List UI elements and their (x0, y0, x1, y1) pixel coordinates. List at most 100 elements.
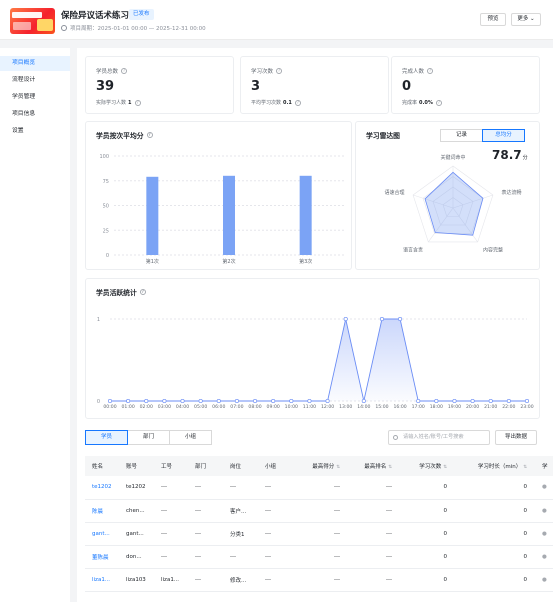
x-tick-label: 04:00 (176, 404, 189, 410)
activity-point[interactable] (343, 316, 348, 322)
activity-point[interactable] (434, 398, 439, 404)
x-tick-label: 22:00 (502, 404, 515, 410)
bar[interactable] (299, 175, 312, 255)
sidebar-item-flow-design[interactable]: 流程设计 (0, 73, 70, 88)
x-tick-label: 02:00 (140, 404, 153, 410)
x-tick-label: 第1次 (146, 258, 159, 265)
help-icon[interactable]: ? (427, 68, 434, 74)
sidebar-item-project-info[interactable]: 项目信息 (0, 107, 70, 122)
sort-icon: ⇅ (523, 465, 527, 470)
table-cell: --- (258, 522, 293, 546)
help-icon[interactable]: ? (121, 68, 128, 74)
search-icon (393, 435, 398, 440)
activity-point[interactable] (234, 398, 239, 404)
stat-label: 完成人数 (402, 69, 425, 75)
activity-point[interactable] (307, 398, 312, 404)
activity-point[interactable] (198, 398, 203, 404)
search-input[interactable]: 请输入姓名/账号/工号搜索 (388, 430, 490, 445)
table-cell: 0 (400, 545, 455, 569)
sidebar-item-student-management[interactable]: 学员管理 (0, 90, 70, 105)
tab-departments[interactable]: 部门 (127, 430, 170, 445)
activity-point[interactable] (216, 398, 221, 404)
student-name-link[interactable]: liza1... (85, 568, 119, 592)
activity-point[interactable] (506, 398, 511, 404)
activity-point[interactable] (524, 398, 530, 404)
activity-point[interactable] (126, 398, 131, 404)
activity-point[interactable] (252, 398, 258, 404)
y-tick-label: 100 (99, 154, 109, 160)
table-row[interactable]: 陈晨 chen... --- --- 客户... --- --- --- 0 0 ● (85, 499, 553, 523)
activity-point[interactable] (289, 398, 294, 404)
tab-students[interactable]: 学员 (85, 430, 128, 445)
export-button[interactable]: 导出数据 (495, 430, 537, 445)
table-row[interactable]: liza1... liza103 liza1... --- 修改... --- --- ---… (85, 568, 553, 592)
help-icon[interactable]: ? (294, 99, 301, 106)
preview-button[interactable]: 预览 (480, 13, 506, 26)
activity-chart-card: 学员活跃统计? 0 1 00:00 01:00 02:00 03:00 04:00 05:00… (85, 278, 540, 419)
activity-point[interactable] (470, 398, 475, 404)
table-cell: --- (293, 568, 348, 592)
bar[interactable] (146, 176, 159, 255)
column-header-sortable[interactable]: 学习次数 ⇅ (400, 456, 455, 476)
student-name-link[interactable]: 陈晨 (85, 499, 119, 523)
y-tick-label: 75 (103, 179, 109, 185)
stat-card-total-students: 学员总数? 39 实际学习人数 1? (85, 56, 234, 114)
activity-point[interactable] (361, 398, 366, 404)
main-content: 学员总数? 39 实际学习人数 1? 学习次数? 3 平均学习次数 0.1? 完成人… (77, 48, 553, 602)
stat-sub-value: 0.0% (419, 99, 433, 106)
table-row[interactable]: gant... gant... --- --- 分类1 --- --- --- 0 0 ● (85, 522, 553, 546)
bar[interactable] (223, 175, 235, 255)
sidebar-item-settings[interactable]: 设置 (0, 124, 70, 139)
activity-point[interactable] (271, 398, 276, 404)
page-header: 保险异议话术练习 已发布 项目周期：2025-01-01 00:00 — 202… (0, 0, 553, 40)
table-cell: --- (154, 476, 188, 500)
x-tick-label: 21:00 (484, 404, 497, 410)
radar-axis-label: 语速合理 (384, 189, 404, 196)
column-header: 姓名 (85, 456, 119, 476)
activity-point[interactable] (107, 398, 113, 404)
column-header-sortable[interactable]: 学习时长（min） ⇅ (455, 456, 535, 476)
table-cell: 修改... (223, 568, 258, 592)
x-tick-label: 08:00 (248, 404, 261, 410)
activity-point[interactable] (162, 398, 167, 404)
student-name-link[interactable]: 董陈晨 (85, 545, 119, 569)
activity-point[interactable] (180, 398, 185, 404)
help-icon[interactable]: ? (276, 68, 283, 74)
x-tick-label: 10:00 (285, 404, 298, 410)
radar-axis-label: 语言含责 (403, 246, 423, 253)
page-title: 保险异议话术练习 (61, 11, 130, 21)
x-tick-label: 05:00 (194, 404, 207, 410)
x-tick-label: 第3次 (299, 258, 312, 265)
column-header-sortable[interactable]: 最高排名 ⇅ (348, 456, 400, 476)
help-icon[interactable]: ? (134, 99, 141, 106)
more-button[interactable]: 更多 ⌄ (511, 13, 541, 26)
column-header: 小组 (258, 456, 293, 476)
x-tick-label: 15:00 (375, 404, 388, 410)
sort-icon: ⇅ (336, 465, 340, 470)
x-tick-label: 01:00 (122, 404, 135, 410)
column-header-sortable[interactable]: 最高得分 ⇅ (293, 456, 348, 476)
activity-point[interactable] (452, 398, 457, 404)
table-cell: --- (154, 499, 188, 523)
activity-point[interactable] (325, 398, 330, 404)
table-cell: --- (154, 522, 188, 546)
x-tick-label: 07:00 (230, 404, 243, 410)
activity-point[interactable] (398, 316, 403, 322)
student-name-link[interactable]: te1202 (85, 476, 119, 500)
table-row[interactable]: 董陈晨 don... --- --- --- --- --- --- 0 0 ● (85, 545, 553, 569)
activity-point[interactable] (144, 398, 149, 404)
column-header: 岗位 (223, 456, 258, 476)
table-row[interactable]: te1202 te1202 --- --- --- --- --- --- 0 0 ● (85, 476, 553, 500)
activity-point[interactable] (416, 398, 421, 404)
tab-groups[interactable]: 小组 (169, 430, 212, 445)
help-icon[interactable]: ? (435, 99, 442, 106)
table-cell: --- (188, 476, 223, 500)
activity-point[interactable] (488, 398, 493, 404)
student-name-link[interactable]: gant... (85, 522, 119, 546)
x-tick-label: 09:00 (267, 404, 280, 410)
activity-point[interactable] (379, 316, 385, 322)
table-cell: --- (348, 499, 400, 523)
sidebar-item-overview[interactable]: 项目概览 (0, 56, 70, 71)
project-cover-image (10, 8, 55, 34)
x-tick-label: 20:00 (466, 404, 479, 410)
